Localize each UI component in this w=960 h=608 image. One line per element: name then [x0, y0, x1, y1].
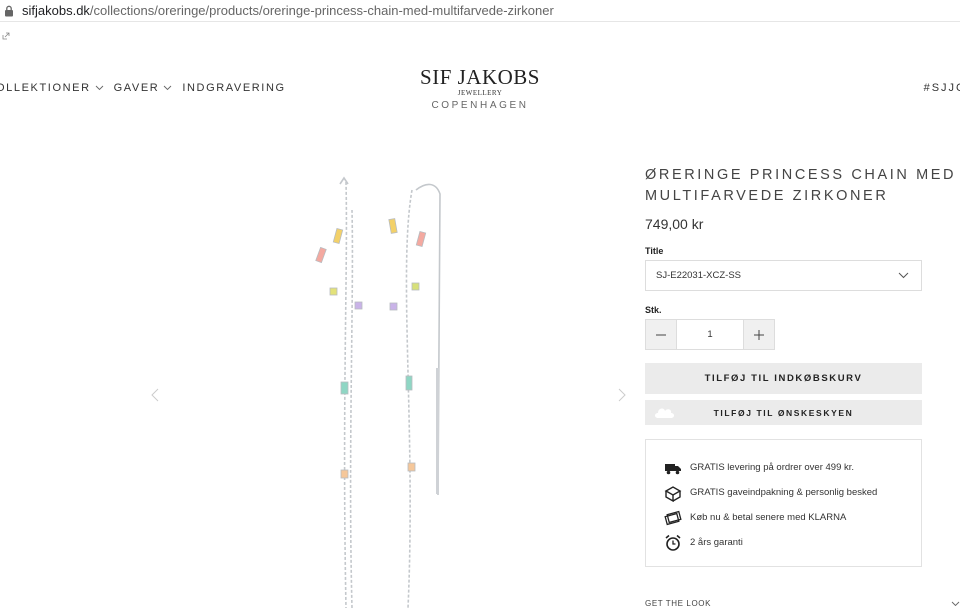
gallery-prev-arrow[interactable]	[150, 388, 160, 402]
quantity-increase-button[interactable]	[743, 319, 775, 350]
gallery-next-arrow[interactable]	[617, 388, 627, 402]
product-info: ØRERINGE PRINCESS CHAIN MED MULTIFARVEDE…	[645, 165, 957, 567]
main-nav: OLLEKTIONER GAVER INDGRAVERING	[0, 82, 296, 94]
wishlist-label: TILFØJ TIL ØNSKESKYEN	[713, 407, 854, 418]
logo-subtitle: JEWELLERY	[457, 89, 503, 97]
chevron-down-icon	[951, 601, 960, 606]
gemstone	[405, 375, 413, 391]
gemstone	[411, 282, 420, 291]
logo-city: COPENHAGEN	[431, 100, 529, 111]
product-image-gallery[interactable]	[140, 150, 640, 608]
perk-warranty: 2 års garanti	[664, 530, 921, 555]
perk-free-shipping: GRATIS levering på ordrer over 499 kr.	[664, 455, 921, 480]
quantity-stepper: 1	[645, 319, 922, 350]
perk-klarna: Køb nu & betal senere med KLARNA	[664, 505, 921, 530]
nav-item-indgravering[interactable]: INDGRAVERING	[182, 82, 285, 94]
product-title-line-2: MULTIFARVEDE ZIRKONER	[645, 188, 889, 204]
chevron-down-icon	[898, 272, 909, 279]
perk-text: 2 års garanti	[690, 537, 743, 548]
alarm-clock-icon	[665, 534, 681, 551]
product-image	[315, 176, 441, 608]
gemstone	[340, 381, 349, 395]
product-price: 749,00 kr	[645, 216, 704, 232]
get-the-look-toggle[interactable]: GET THE LOOK	[645, 599, 960, 608]
plus-icon	[754, 329, 764, 340]
gemstone	[415, 230, 427, 248]
product-title: ØRERINGE PRINCESS CHAIN MED MULTIFARVEDE…	[645, 165, 957, 207]
minus-icon	[656, 334, 666, 335]
gemstone	[332, 227, 344, 245]
browser-url-bar[interactable]: sifjakobs.dk/collections/oreringe/produc…	[0, 0, 960, 22]
chevron-down-icon	[164, 85, 172, 91]
variant-value: SJ-E22031-XCZ-SS	[656, 270, 742, 281]
variant-select[interactable]: SJ-E22031-XCZ-SS	[645, 260, 922, 291]
perk-text: GRATIS gaveindpakning & personlig besked	[690, 487, 878, 498]
perk-gift-wrap: GRATIS gaveindpakning & personlig besked	[664, 480, 921, 505]
gemstone	[354, 301, 363, 310]
external-link-icon	[2, 32, 10, 40]
product-title-line-1: ØRERINGE PRINCESS CHAIN MED	[645, 167, 957, 183]
truck-icon	[665, 463, 681, 474]
url-text[interactable]: sifjakobs.dk/collections/oreringe/produc…	[22, 3, 554, 18]
variant-label: Title	[645, 246, 664, 256]
gemstone	[340, 469, 349, 479]
gem-group	[315, 218, 427, 479]
add-to-wishlist-button[interactable]: TILFØJ TIL ØNSKESKYEN	[645, 400, 922, 425]
logo-brand: SIF JAKOBS	[420, 65, 540, 89]
brand-logo[interactable]: SIF JAKOBS JEWELLERY COPENHAGEN	[410, 66, 550, 111]
nav-item-gaver[interactable]: GAVER	[114, 82, 173, 94]
cloud-icon	[655, 408, 674, 418]
gemstone	[389, 302, 398, 311]
quantity-decrease-button[interactable]	[645, 319, 677, 350]
quantity-input[interactable]: 1	[677, 319, 743, 350]
add-to-cart-button[interactable]: TILFØJ TIL INDKØBSKURV	[645, 363, 922, 394]
lock-icon	[4, 5, 14, 17]
gift-box-icon	[664, 485, 682, 502]
gemstone	[315, 246, 327, 264]
nav-item-kollektioner[interactable]: OLLEKTIONER	[0, 82, 104, 94]
perk-text: GRATIS levering på ordrer over 499 kr.	[690, 462, 855, 473]
hashtag-link[interactable]: #SJJC	[924, 82, 960, 94]
perk-text: Køb nu & betal senere med KLARNA	[690, 512, 847, 523]
perks-box: GRATIS levering på ordrer over 499 kr. G…	[645, 439, 922, 567]
gemstone	[388, 218, 398, 234]
gemstone	[329, 287, 338, 296]
gemstone	[407, 462, 416, 472]
get-the-look-label: GET THE LOOK	[645, 599, 712, 608]
cards-icon	[664, 510, 682, 525]
chevron-down-icon	[95, 85, 103, 91]
quantity-label: Stk.	[645, 305, 662, 315]
